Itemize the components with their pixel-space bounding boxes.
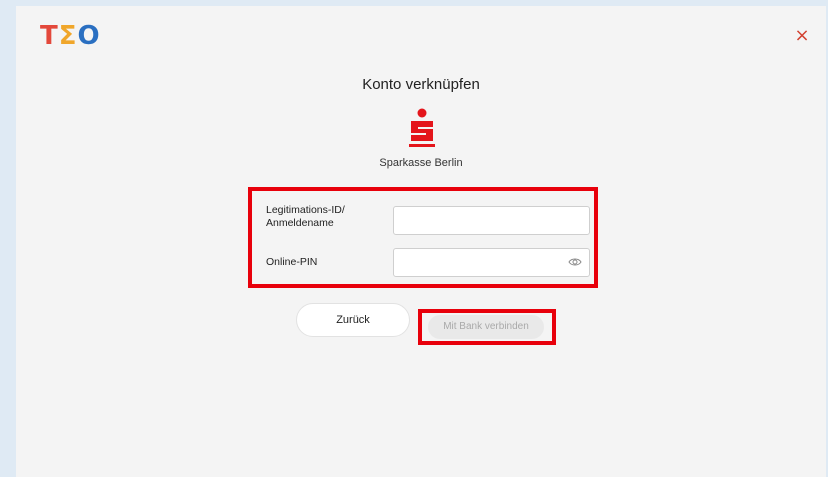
login-id-input[interactable]	[393, 206, 590, 235]
eye-icon[interactable]	[568, 257, 582, 267]
sparkasse-logo-icon	[409, 108, 435, 147]
login-id-label-line2: Anmeldename	[266, 217, 334, 229]
online-pin-label: Online-PIN	[266, 256, 318, 268]
bank-name: Sparkasse Berlin	[379, 157, 463, 169]
connect-button-highlight: Mit Bank verbinden	[418, 309, 556, 345]
login-id-label: Legitimations-ID/ Anmeldename	[266, 204, 345, 230]
online-pin-input[interactable]	[393, 248, 590, 277]
back-button[interactable]: Zurück	[296, 303, 410, 337]
logo-letter-sigma: Σ	[58, 21, 78, 51]
logo-letter-o: O	[77, 21, 101, 51]
page-title: Konto verknüpfen	[362, 76, 480, 93]
logo-letter-t: T	[40, 21, 59, 51]
close-icon[interactable]: ×	[792, 26, 812, 46]
connect-bank-button[interactable]: Mit Bank verbinden	[428, 315, 544, 339]
teo-logo: T Σ O	[40, 21, 101, 51]
login-id-label-line1: Legitimations-ID/	[266, 204, 345, 216]
dialog-panel: T Σ O × Konto verknüpfen Sparkasse Berli…	[16, 6, 826, 477]
credentials-form-highlight: Legitimations-ID/ Anmeldename Online-PIN	[248, 187, 598, 288]
